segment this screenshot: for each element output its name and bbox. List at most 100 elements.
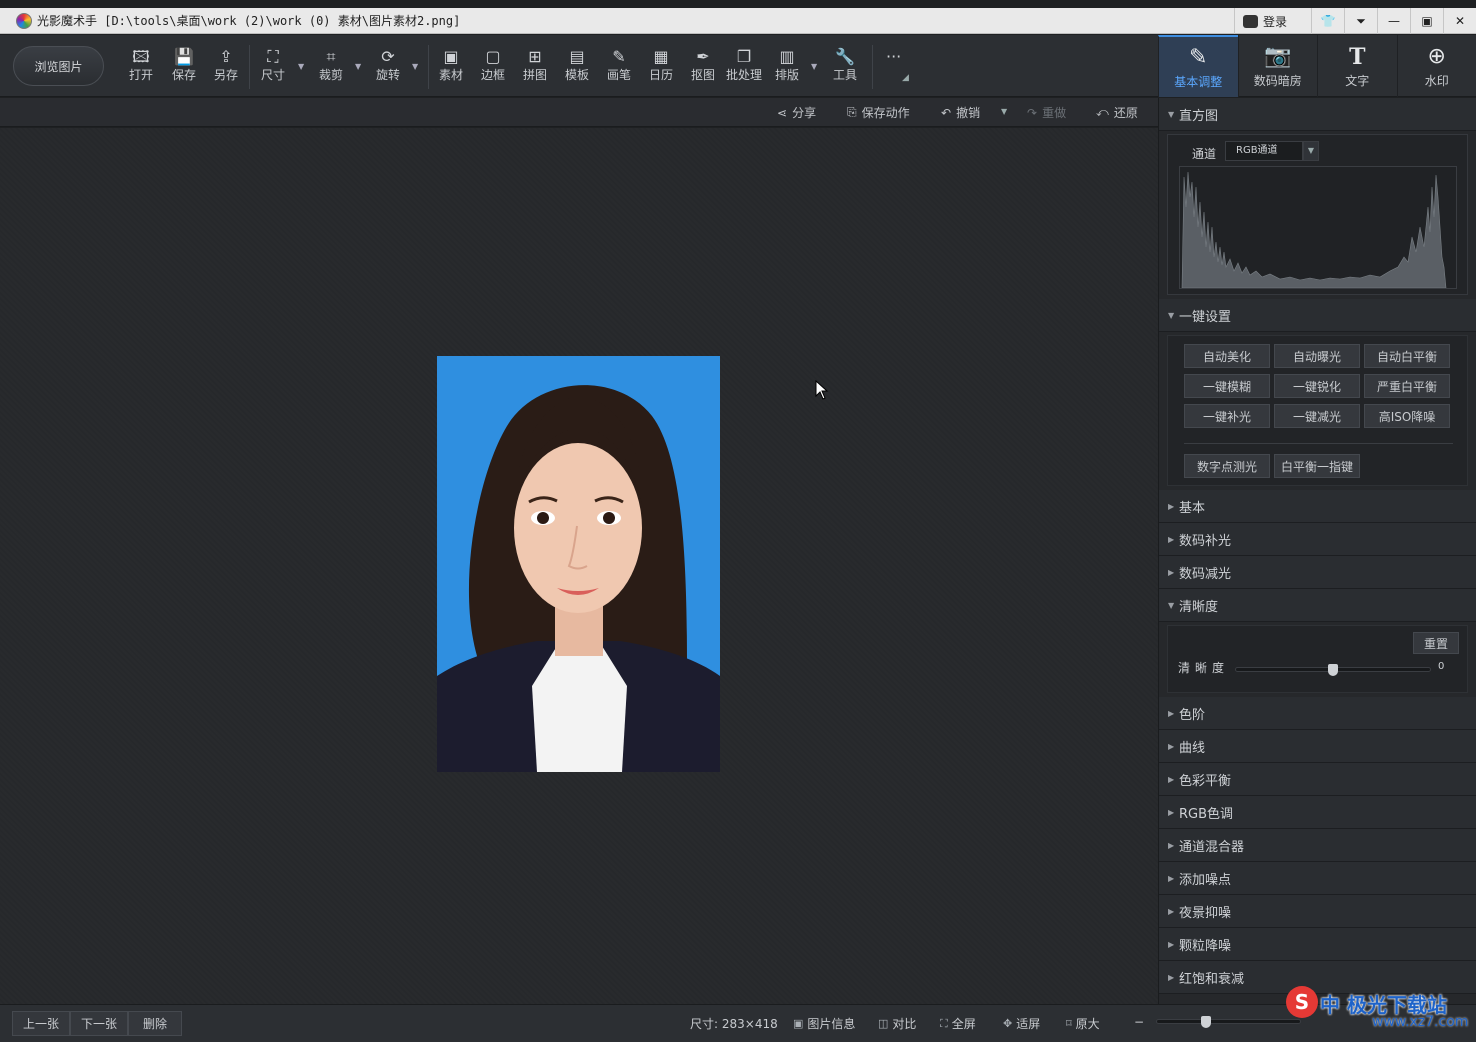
text-icon: T xyxy=(1349,43,1366,70)
restore-label: 还原 xyxy=(1113,106,1138,120)
section-color-balance[interactable]: ▶ 色彩平衡 xyxy=(1159,763,1476,796)
auto-white-balance-button[interactable]: 自动白平衡 xyxy=(1364,344,1450,368)
next-image-button[interactable]: 下一张 xyxy=(70,1011,128,1036)
skin-button[interactable]: 👕 xyxy=(1311,8,1344,34)
onekey-fill-light-button[interactable]: 一键补光 xyxy=(1184,404,1270,428)
tool-label: 保存 xyxy=(172,68,197,82)
section-onekey[interactable]: ▼ 一键设置 xyxy=(1159,299,1476,332)
collapsed-arrow-icon: ▶ xyxy=(1168,840,1175,850)
fit-screen-button[interactable]: ✥ 适屏 xyxy=(1003,1015,1040,1032)
layout-dropdown-icon[interactable]: ▼ xyxy=(811,62,817,71)
undo-dropdown-icon[interactable]: ▼ xyxy=(1001,107,1007,116)
login-button[interactable]: 登录 xyxy=(1233,8,1311,34)
restore-button[interactable]: ⤺ 还原 xyxy=(1096,104,1138,121)
more-tools-button[interactable]: ··· xyxy=(886,48,901,88)
tool-crop[interactable]: ⌗ 裁剪 xyxy=(319,48,343,88)
section-title: 夜景抑噪 xyxy=(1179,905,1232,921)
severe-white-balance-button[interactable]: 严重白平衡 xyxy=(1364,374,1450,398)
onekey-blur-button[interactable]: 一键模糊 xyxy=(1184,374,1270,398)
tool-template[interactable]: ▤ 模板 xyxy=(565,48,589,88)
tool-brush[interactable]: ✎ 画笔 xyxy=(607,48,631,88)
edited-photo xyxy=(437,356,720,772)
original-size-button[interactable]: ⌑ 原大 xyxy=(1066,1015,1100,1032)
tool-border[interactable]: ▢ 边框 xyxy=(481,48,505,88)
tab-text[interactable]: T 文字 xyxy=(1317,35,1397,97)
auto-exposure-button[interactable]: 自动曝光 xyxy=(1274,344,1360,368)
onekey-sharpen-button[interactable]: 一键锐化 xyxy=(1274,374,1360,398)
minimize-button[interactable]: — xyxy=(1377,8,1410,34)
section-basic[interactable]: ▶ 基本 xyxy=(1159,490,1476,523)
tool-resize[interactable]: ⛶ 尺寸 xyxy=(261,48,285,88)
section-curves[interactable]: ▶ 曲线 xyxy=(1159,730,1476,763)
toolbar-divider xyxy=(249,45,250,89)
zoom-out-button[interactable]: − xyxy=(1134,1015,1144,1029)
sharpness-slider-handle[interactable] xyxy=(1328,664,1338,676)
maximize-button[interactable]: ▣ xyxy=(1410,8,1443,34)
redo-button[interactable]: ↷ 重做 xyxy=(1027,104,1066,121)
zoom-slider[interactable] xyxy=(1156,1016,1301,1028)
section-add-noise[interactable]: ▶ 添加噪点 xyxy=(1159,862,1476,895)
auto-beautify-button[interactable]: 自动美化 xyxy=(1184,344,1270,368)
collapsed-arrow-icon: ▶ xyxy=(1168,708,1175,718)
zoom-slider-handle[interactable] xyxy=(1201,1016,1211,1028)
section-digital-fill-light[interactable]: ▶ 数码补光 xyxy=(1159,523,1476,556)
section-digital-reduce-light[interactable]: ▶ 数码减光 xyxy=(1159,556,1476,589)
tool-rotate[interactable]: ⟳ 旋转 xyxy=(376,48,400,88)
sharpness-reset-button[interactable]: 重置 xyxy=(1413,632,1459,654)
high-iso-denoise-button[interactable]: 高ISO降噪 xyxy=(1364,404,1450,428)
white-balance-pick-button[interactable]: 白平衡一指键 xyxy=(1274,454,1360,478)
tool-material[interactable]: ▣ 素材 xyxy=(439,48,463,88)
tool-cutout[interactable]: ✒ 抠图 xyxy=(691,48,715,88)
tool-calendar[interactable]: ▦ 日历 xyxy=(649,48,673,88)
crop-dropdown-icon[interactable]: ▼ xyxy=(355,62,361,71)
prev-image-button[interactable]: 上一张 xyxy=(12,1011,70,1036)
undo-icon: ↶ xyxy=(941,105,952,120)
save-action-button[interactable]: ⎘ 保存动作 xyxy=(847,104,910,121)
calendar-icon: ▦ xyxy=(653,47,669,66)
image-info-label: 图片信息 xyxy=(807,1017,856,1031)
section-grain-denoise[interactable]: ▶ 颗粒降噪 xyxy=(1159,928,1476,961)
tab-basic-adjust[interactable]: ✎ 基本调整 xyxy=(1158,35,1238,97)
channel-dropdown-icon[interactable]: ▼ xyxy=(1303,141,1319,161)
sharpness-box: 重置 清晰度 0 xyxy=(1167,625,1468,693)
tool-open[interactable]: 🖾 打开 xyxy=(129,48,153,88)
layout-icon: ▥ xyxy=(779,47,795,66)
tool-label: 日历 xyxy=(649,68,674,82)
open-icon: 🖾 xyxy=(132,47,150,66)
section-sharpness[interactable]: ▼ 清晰度 xyxy=(1159,589,1476,622)
sharpness-slider[interactable] xyxy=(1235,664,1431,676)
section-channel-mixer[interactable]: ▶ 通道混合器 xyxy=(1159,829,1476,862)
tab-watermark[interactable]: ⊕ 水印 xyxy=(1396,35,1476,97)
menu-button[interactable]: ⏷ xyxy=(1344,8,1377,34)
tool-batch[interactable]: ❐ 批处理 xyxy=(726,48,762,88)
toolbar-divider xyxy=(428,45,429,89)
section-levels[interactable]: ▶ 色阶 xyxy=(1159,697,1476,730)
fullscreen-button[interactable]: ⛶ 全屏 xyxy=(940,1015,976,1032)
spot-metering-button[interactable]: 数字点测光 xyxy=(1184,454,1270,478)
share-button[interactable]: ⋖ 分享 xyxy=(777,104,816,121)
close-button[interactable]: ✕ xyxy=(1443,8,1476,34)
channel-select[interactable]: RGB通道 xyxy=(1225,141,1303,161)
delete-image-button[interactable]: 删除 xyxy=(128,1011,182,1036)
tool-layout[interactable]: ▥ 排版 xyxy=(775,48,799,88)
tool-label: 排版 xyxy=(775,68,800,82)
compare-button[interactable]: ◫ 对比 xyxy=(878,1015,916,1032)
undo-button[interactable]: ↶ 撤销 xyxy=(941,104,980,121)
tool-save[interactable]: 💾 保存 xyxy=(172,48,196,88)
browse-images-button[interactable]: 浏览图片 xyxy=(13,46,104,86)
tool-collage[interactable]: ⊞ 拼图 xyxy=(523,48,547,88)
image-info-button[interactable]: ▣ 图片信息 xyxy=(793,1015,855,1032)
compare-icon: ◫ xyxy=(878,1017,889,1030)
site-watermark: S 中 极光下载站 www.xz7.com xyxy=(1286,986,1476,1042)
section-rgb-tone[interactable]: ▶ RGB色调 xyxy=(1159,796,1476,829)
tool-tools[interactable]: 🔧 工具 xyxy=(833,48,857,88)
section-histogram[interactable]: ▼ 直方图 xyxy=(1159,98,1476,131)
rotate-dropdown-icon[interactable]: ▼ xyxy=(412,62,418,71)
section-night-denoise[interactable]: ▶ 夜景抑噪 xyxy=(1159,895,1476,928)
tool-save-as[interactable]: ⇪ 另存 xyxy=(214,48,238,88)
image-canvas[interactable] xyxy=(0,128,1158,1004)
resize-dropdown-icon[interactable]: ▼ xyxy=(298,62,304,71)
onekey-reduce-light-button[interactable]: 一键减光 xyxy=(1274,404,1360,428)
tab-darkroom[interactable]: 📷 数码暗房 xyxy=(1237,35,1318,97)
save-as-icon: ⇪ xyxy=(219,47,233,66)
